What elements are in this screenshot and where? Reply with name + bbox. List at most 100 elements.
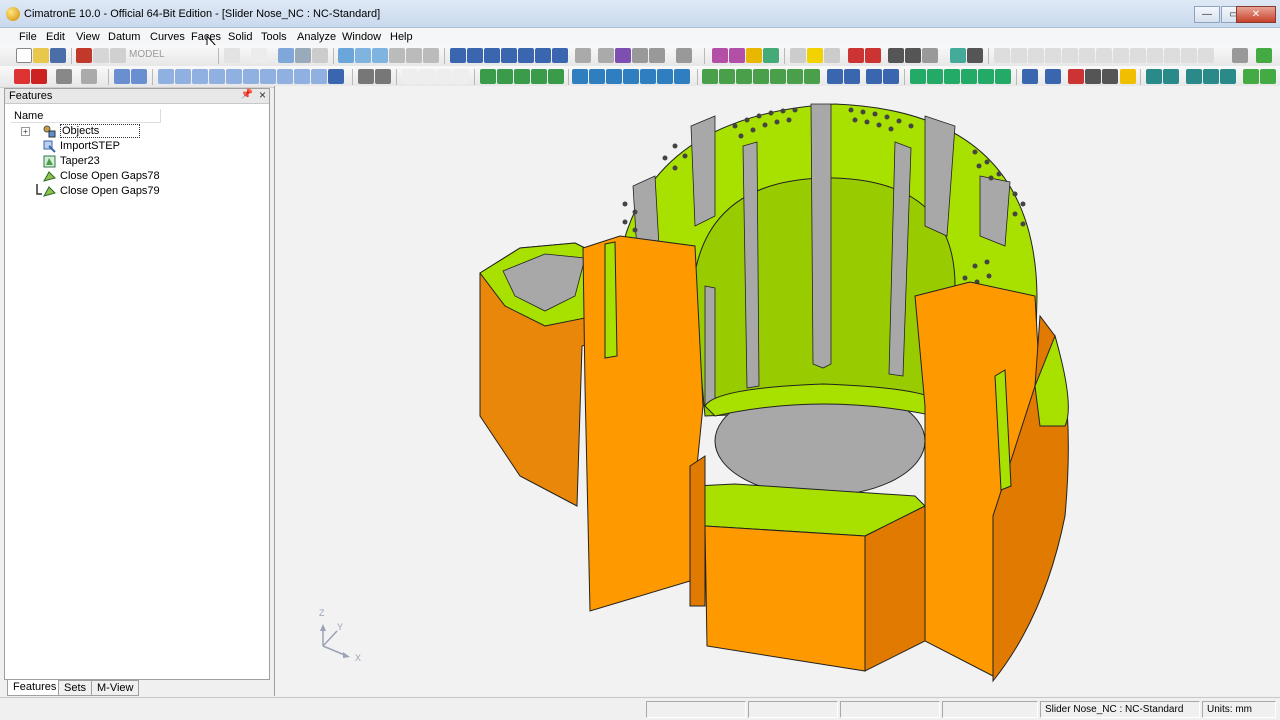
toolbar-extra-icon[interactable] xyxy=(1256,48,1272,63)
curve-tool-3-icon[interactable] xyxy=(514,69,530,84)
mold-tool-4-icon[interactable] xyxy=(1203,69,1219,84)
view-right-icon[interactable] xyxy=(501,48,517,63)
clip-plane-icon[interactable] xyxy=(729,48,745,63)
analysis-tool-4-icon[interactable] xyxy=(883,69,899,84)
mold-tool-6-icon[interactable] xyxy=(1243,69,1259,84)
previous-view-icon[interactable] xyxy=(848,48,864,63)
curve-tool-5-icon[interactable] xyxy=(548,69,564,84)
fillet-tool-icon[interactable] xyxy=(1164,48,1180,63)
trim-tool-icon[interactable] xyxy=(1096,48,1112,63)
settings-icon[interactable] xyxy=(922,48,938,63)
face-tool-5-icon[interactable] xyxy=(226,69,242,84)
surface-tool-2-icon[interactable] xyxy=(589,69,605,84)
circle-icon[interactable] xyxy=(453,69,469,84)
view-left-icon[interactable] xyxy=(518,48,534,63)
analysis-tool-3-icon[interactable] xyxy=(866,69,882,84)
menu-file[interactable]: File xyxy=(19,28,37,46)
sketch-arc-icon[interactable] xyxy=(375,69,391,84)
pointer-icon[interactable] xyxy=(81,69,97,84)
show-hide-icon[interactable] xyxy=(824,48,840,63)
menu-curves[interactable]: Curves xyxy=(150,28,185,46)
open-folder-icon[interactable] xyxy=(33,48,49,63)
solid-tool-3-icon[interactable] xyxy=(736,69,752,84)
face-tool-4-icon[interactable] xyxy=(209,69,225,84)
tab-features[interactable]: Features xyxy=(7,680,63,696)
mold-tool-3-icon[interactable] xyxy=(1186,69,1202,84)
zoom-selected-icon[interactable] xyxy=(372,48,388,63)
menu-help[interactable]: Help xyxy=(390,28,413,46)
spline-icon[interactable] xyxy=(436,69,452,84)
name-column-header[interactable]: Name xyxy=(11,109,161,123)
close-button[interactable]: ✕ xyxy=(1236,6,1276,23)
menu-window[interactable]: Window xyxy=(342,28,381,46)
shaded-edges-icon[interactable] xyxy=(649,48,665,63)
surface-tool-3-icon[interactable] xyxy=(606,69,622,84)
mirror-tool-icon[interactable] xyxy=(1198,48,1214,63)
surface-tool-1-icon[interactable] xyxy=(572,69,588,84)
view-top-icon[interactable] xyxy=(484,48,500,63)
minimize-button[interactable]: — xyxy=(1194,6,1220,23)
light-bulb-on-icon[interactable] xyxy=(807,48,823,63)
menu-datum[interactable]: Datum xyxy=(108,28,140,46)
tree-item-close-open-gaps79[interactable]: Close Open Gaps79 xyxy=(9,184,209,199)
surface-tool-7-icon[interactable] xyxy=(674,69,690,84)
offset-tool-icon[interactable] xyxy=(1130,48,1146,63)
filter-icon[interactable] xyxy=(312,48,328,63)
view-bottom-icon[interactable] xyxy=(535,48,551,63)
measure-icon[interactable] xyxy=(888,48,904,63)
select-filter-icon[interactable] xyxy=(14,69,30,84)
datum-plane-icon[interactable] xyxy=(114,69,130,84)
grid-icon[interactable] xyxy=(905,48,921,63)
menu-edit[interactable]: Edit xyxy=(46,28,65,46)
solid-tool-7-icon[interactable] xyxy=(804,69,820,84)
color-picker-icon[interactable] xyxy=(1068,69,1084,84)
mold-tool-5-icon[interactable] xyxy=(1220,69,1236,84)
solid-tool-1-icon[interactable] xyxy=(702,69,718,84)
cimatron-app-icon[interactable] xyxy=(6,7,20,21)
expand-icon[interactable]: + xyxy=(21,127,30,136)
color-fill-icon[interactable] xyxy=(1045,69,1061,84)
transform-tool-2-icon[interactable] xyxy=(927,69,943,84)
redo-icon[interactable] xyxy=(251,48,267,63)
face-tool-11-icon[interactable] xyxy=(328,69,344,84)
face-tool-3-icon[interactable] xyxy=(192,69,208,84)
tab-m-view[interactable]: M-View xyxy=(91,680,140,696)
circle-tool-icon[interactable] xyxy=(1028,48,1044,63)
box-icon[interactable] xyxy=(1120,69,1136,84)
solid-tool-6-icon[interactable] xyxy=(787,69,803,84)
transform-tool-4-icon[interactable] xyxy=(961,69,977,84)
menu-analyze[interactable]: Analyze xyxy=(297,28,336,46)
transform-tool-3-icon[interactable] xyxy=(944,69,960,84)
hidden-line-icon[interactable] xyxy=(632,48,648,63)
analysis-tool-2-icon[interactable] xyxy=(844,69,860,84)
close-panel-icon[interactable]: × xyxy=(259,88,266,102)
analysis-tool-1-icon[interactable] xyxy=(827,69,843,84)
pick-mode-icon[interactable] xyxy=(56,69,72,84)
shading-icon[interactable] xyxy=(598,48,614,63)
assembly-icon[interactable] xyxy=(950,48,966,63)
mold-tool-2-icon[interactable] xyxy=(1163,69,1179,84)
section-view-icon[interactable] xyxy=(712,48,728,63)
pin-icon[interactable]: 📌 xyxy=(241,89,253,100)
datum-axis-icon[interactable] xyxy=(131,69,147,84)
split-tool-icon[interactable] xyxy=(1113,48,1129,63)
point-icon[interactable] xyxy=(402,69,418,84)
dimension-tool-icon[interactable] xyxy=(1062,48,1078,63)
view-front-icon[interactable] xyxy=(467,48,483,63)
sketch-icon[interactable] xyxy=(358,69,374,84)
point-tool-icon[interactable] xyxy=(1045,48,1061,63)
pan-icon[interactable] xyxy=(406,48,422,63)
solid-tool-4-icon[interactable] xyxy=(753,69,769,84)
binoculars-icon[interactable] xyxy=(295,48,311,63)
light-bulb-off-icon[interactable] xyxy=(790,48,806,63)
face-tool-9-icon[interactable] xyxy=(294,69,310,84)
3d-model-view[interactable]: Z Y X xyxy=(275,86,1280,696)
surface-tool-5-icon[interactable] xyxy=(640,69,656,84)
next-view-icon[interactable] xyxy=(865,48,881,63)
line-tool-icon[interactable] xyxy=(994,48,1010,63)
wireframe-icon[interactable] xyxy=(615,48,631,63)
rotate-icon[interactable] xyxy=(423,48,439,63)
layers-icon[interactable] xyxy=(763,48,779,63)
view-back-icon[interactable] xyxy=(552,48,568,63)
mold-tool-1-icon[interactable] xyxy=(1146,69,1162,84)
